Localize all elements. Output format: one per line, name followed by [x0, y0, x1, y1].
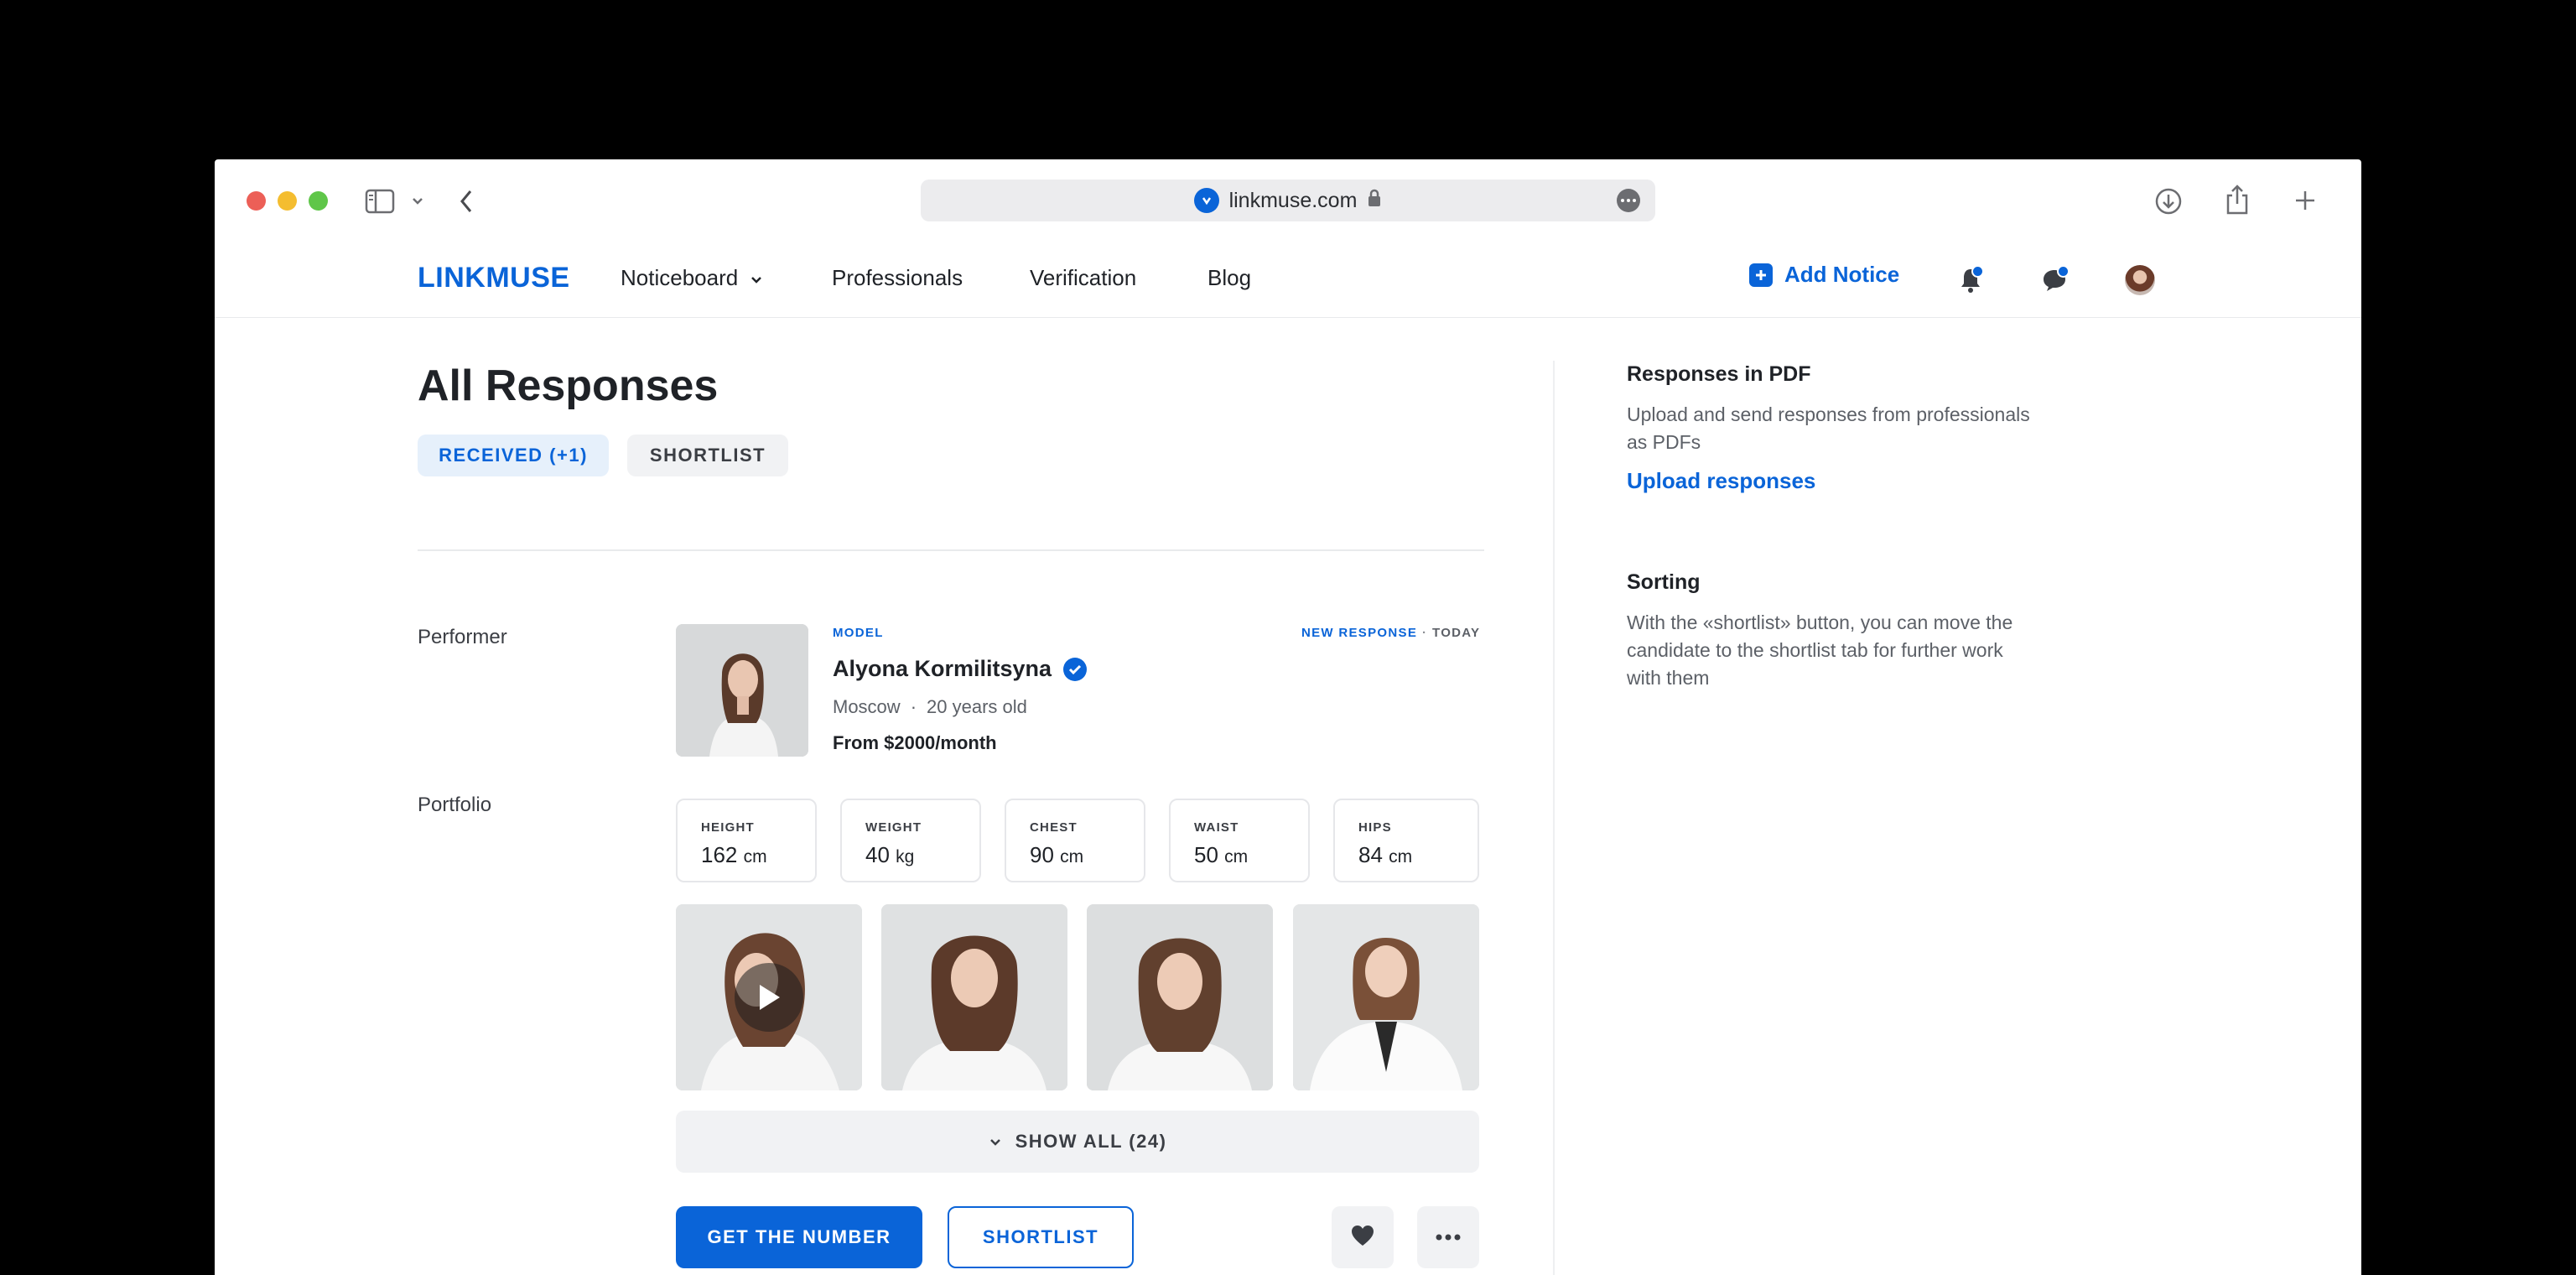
site-favicon-icon [1193, 188, 1219, 213]
upload-responses-link[interactable]: Upload responses [1627, 468, 1815, 494]
nav-label: Professionals [832, 265, 963, 290]
measurement-label: WEIGHT [865, 820, 922, 835]
measurement-unit: cm [1224, 847, 1249, 866]
close-window-button[interactable] [247, 191, 266, 211]
chevron-down-icon [989, 1131, 1002, 1153]
back-icon[interactable] [454, 186, 478, 216]
nav-label: Noticeboard [621, 265, 739, 290]
measurement-unit: cm [1060, 847, 1084, 866]
nav-noticeboard[interactable]: Noticeboard [621, 265, 763, 291]
performer-meta: Moscow · 20 years old [833, 696, 1027, 718]
measurement-unit: cm [1389, 847, 1413, 866]
performer-label: Performer [418, 626, 507, 648]
performer-photo[interactable] [676, 624, 808, 757]
measurement-unit: cm [743, 847, 767, 866]
measurement-value: 84 [1358, 842, 1383, 867]
measurement-unit: kg [896, 847, 915, 866]
page-title: All Responses [418, 362, 719, 410]
meta-separator: · [910, 696, 917, 717]
portfolio-label: Portfolio [418, 794, 492, 816]
measurement-hips: HIPS 84 cm [1333, 799, 1479, 882]
nav-label: Verification [1030, 265, 1137, 290]
notifications-bell-icon[interactable] [1954, 263, 1987, 297]
get-the-number-button[interactable]: GET THE NUMBER [676, 1206, 922, 1268]
zoom-window-button[interactable] [309, 191, 328, 211]
sorting-heading: Sorting [1627, 570, 1701, 594]
performer-name-row: Alyona Kormilitsyna [833, 656, 1088, 682]
url-text: linkmuse.com [1228, 188, 1358, 212]
site-header: LINKMUSE Noticeboard Professionals Verif… [215, 245, 2361, 318]
browser-toolbar: linkmuse.com [215, 159, 2361, 245]
nav-professionals[interactable]: Professionals [832, 265, 963, 291]
user-avatar[interactable] [2125, 265, 2155, 295]
show-all-button[interactable]: SHOW ALL (24) [676, 1111, 1479, 1173]
performer-age: 20 years old [927, 696, 1027, 717]
measurement-value: 50 [1194, 842, 1218, 867]
tab-received[interactable]: RECEIVED (+1) [418, 435, 609, 476]
more-dots-icon [1436, 1230, 1461, 1245]
performer-city: Moscow [833, 696, 901, 717]
performer-category: MODEL [833, 626, 884, 640]
address-bar[interactable]: linkmuse.com [921, 180, 1655, 221]
chevron-down-icon [750, 265, 763, 291]
sidebar-toggle-icon[interactable] [364, 188, 396, 215]
messages-chat-icon[interactable] [2038, 263, 2071, 297]
browser-window: linkmuse.com LINKMUSE Noticeboard Profes… [215, 159, 2361, 1275]
measurement-label: CHEST [1030, 820, 1078, 835]
page-options-icon[interactable] [1617, 189, 1640, 212]
tab-shortlist[interactable]: SHORTLIST [627, 435, 788, 476]
lock-icon [1367, 189, 1382, 213]
add-notice-button[interactable]: Add Notice [1749, 262, 1899, 288]
measurement-label: HEIGHT [701, 820, 755, 835]
measurement-height: HEIGHT 162 cm [676, 799, 817, 882]
pdf-heading: Responses in PDF [1627, 362, 1811, 386]
show-all-label: SHOW ALL (24) [1015, 1131, 1167, 1152]
response-date: TODAY [1432, 626, 1481, 640]
favorite-button[interactable] [1332, 1206, 1394, 1268]
nav-blog[interactable]: Blog [1208, 265, 1251, 291]
pdf-description: Upload and send responses from professio… [1627, 403, 2030, 453]
download-icon[interactable] [2153, 186, 2184, 216]
measurement-chest: CHEST 90 cm [1005, 799, 1145, 882]
play-icon[interactable] [735, 963, 803, 1032]
share-icon[interactable] [2222, 183, 2252, 216]
shortlist-button[interactable]: SHORTLIST [948, 1206, 1134, 1268]
nav-label: Blog [1208, 265, 1252, 290]
minimize-window-button[interactable] [278, 191, 297, 211]
site-logo[interactable]: LINKMUSE [418, 262, 570, 294]
measurement-waist: WAIST 50 cm [1169, 799, 1310, 882]
performer-name[interactable]: Alyona Kormilitsyna [833, 656, 1052, 682]
portfolio-photo[interactable] [881, 904, 1067, 1090]
measurement-label: HIPS [1358, 820, 1392, 835]
measurement-value: 40 [865, 842, 890, 867]
nav-verification[interactable]: Verification [1030, 265, 1136, 291]
chevron-down-icon[interactable] [409, 191, 426, 211]
add-notice-label: Add Notice [1784, 262, 1900, 287]
measurement-value: 162 [701, 842, 738, 867]
heart-icon [1350, 1224, 1375, 1252]
sorting-description: With the «shortlist» button, you can mov… [1627, 611, 2013, 689]
portfolio-photo[interactable] [1293, 904, 1479, 1090]
portfolio-video-thumbnail[interactable] [676, 904, 862, 1090]
new-tab-icon[interactable] [2291, 186, 2319, 215]
response-status: NEW RESPONSE [1301, 626, 1418, 640]
measurement-weight: WEIGHT 40 kg [840, 799, 981, 882]
sidebar-divider [1553, 361, 1555, 1275]
portfolio-photo[interactable] [1087, 904, 1273, 1090]
more-options-button[interactable] [1417, 1206, 1479, 1268]
measurement-label: WAIST [1194, 820, 1239, 835]
measurement-value: 90 [1030, 842, 1054, 867]
performer-price: From $2000/month [833, 732, 997, 753]
plus-icon [1749, 263, 1773, 287]
status-separator: · [1422, 626, 1428, 640]
verified-badge-icon [1063, 657, 1088, 681]
divider [418, 549, 1484, 551]
